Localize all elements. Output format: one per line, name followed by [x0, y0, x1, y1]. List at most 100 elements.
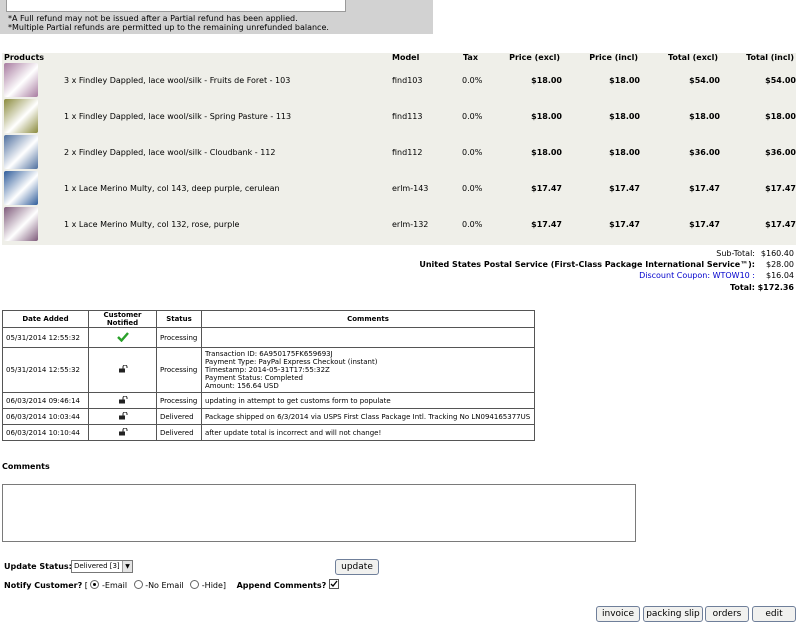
header-total-excl: Total (excl)	[667, 53, 718, 62]
notify-label: Notify Customer?	[4, 581, 83, 590]
total-value: $172.36	[757, 283, 794, 292]
product-price-excl: $18.00	[531, 76, 562, 85]
history-status: Processing	[156, 347, 202, 393]
product-row: 1 x Lace Merino Multy, col 132, rose, pu…	[2, 207, 796, 243]
product-model: erlm-143	[392, 184, 429, 193]
history-row: 05/31/2014 12:55:32 Processing Transaction…	[2, 347, 535, 393]
notify-hide-label: -Hide]	[201, 581, 227, 590]
product-total-excl: $17.47	[689, 184, 720, 193]
product-price-incl: $17.47	[609, 184, 640, 193]
product-total-incl: $17.47	[765, 220, 796, 229]
product-total-incl: $54.00	[765, 76, 796, 85]
history-row: 05/31/2014 12:55:32 Processing	[2, 327, 535, 348]
history-date: 06/03/2014 09:46:14	[2, 392, 89, 409]
update-status-label: Update Status:	[4, 562, 72, 571]
product-price-incl: $17.47	[609, 220, 640, 229]
history-date: 05/31/2014 12:55:32	[2, 347, 89, 393]
product-name: 1 x Lace Merino Multy, col 143, deep pur…	[64, 184, 280, 193]
comments-label: Comments	[2, 462, 50, 471]
history-comments	[201, 327, 535, 348]
product-row: 3 x Findley Dappled, lace wool/silk - Fr…	[2, 63, 796, 99]
product-name: 1 x Lace Merino Multy, col 132, rose, pu…	[64, 220, 240, 229]
orders-button[interactable]: orders	[705, 606, 749, 622]
check-icon	[116, 331, 129, 342]
history-comment-line: after update total is incorrect and will…	[205, 428, 382, 437]
product-price-excl: $17.47	[531, 220, 562, 229]
product-price-incl: $18.00	[609, 148, 640, 157]
lock-icon	[118, 395, 127, 403]
history-notified-cell	[88, 408, 157, 425]
history-comment-line: Payment Status: Completed	[205, 374, 303, 382]
refund-note-full: *A Full refund may not be issued after a…	[8, 14, 298, 23]
product-thumbnail[interactable]	[4, 171, 38, 205]
history-comment-line: Package shipped on 6/3/2014 via USPS Fir…	[205, 412, 531, 421]
product-total-incl: $17.47	[765, 184, 796, 193]
history-header-status: Status	[156, 310, 202, 328]
history-header-comments: Comments	[201, 310, 535, 328]
header-total-incl: Total (incl)	[746, 53, 794, 62]
product-tax: 0.0%	[462, 76, 483, 85]
comments-textarea[interactable]	[2, 484, 636, 542]
product-thumbnail[interactable]	[4, 99, 38, 133]
subtotal-label: Sub-Total:	[716, 249, 755, 258]
product-model: find112	[392, 148, 423, 157]
notify-hide-radio[interactable]	[190, 580, 200, 589]
status-select-value: Delivered [3]	[74, 562, 120, 570]
product-row: 2 x Findley Dappled, lace wool/silk - Cl…	[2, 135, 796, 171]
product-model: find103	[392, 76, 423, 85]
product-thumbnail[interactable]	[4, 135, 38, 169]
history-header-date: Date Added	[2, 310, 89, 328]
notify-no-email-radio[interactable]	[133, 580, 143, 589]
header-tax: Tax	[463, 53, 478, 62]
history-notified-cell	[88, 424, 157, 441]
append-comments-checkbox[interactable]	[328, 579, 339, 589]
notify-no-email-label: -No Email	[145, 581, 184, 590]
history-status: Delivered	[156, 424, 202, 441]
history-row: 06/03/2014 10:03:44 Delivered Package ship…	[2, 408, 535, 425]
total-label: Total:	[729, 283, 755, 292]
history-date: 06/03/2014 10:10:44	[2, 424, 89, 441]
history-notified-cell	[88, 392, 157, 409]
history-status: Processing	[156, 327, 202, 348]
packing-slip-button[interactable]: packing slip	[643, 606, 703, 622]
product-thumbnail[interactable]	[4, 63, 38, 97]
product-total-excl: $36.00	[689, 148, 720, 157]
refund-note-partial: *Multiple Partial refunds are permitted …	[8, 23, 329, 32]
product-total-excl: $54.00	[689, 76, 720, 85]
checkmark-icon	[330, 580, 338, 587]
product-model: erlm-132	[392, 220, 429, 229]
notify-email-label: -Email	[102, 581, 128, 590]
notify-email-radio[interactable]	[90, 580, 100, 589]
product-name: 2 x Findley Dappled, lace wool/silk - Cl…	[64, 148, 276, 157]
header-model: Model	[392, 53, 420, 62]
edit-button[interactable]: edit	[752, 606, 796, 622]
product-price-excl: $17.47	[531, 184, 562, 193]
invoice-button[interactable]: invoice	[596, 606, 640, 622]
history-status: Delivered	[156, 408, 202, 425]
product-thumbnail[interactable]	[4, 207, 38, 241]
history-comment-line: Amount: 156.64 USD	[205, 382, 279, 390]
product-row: 1 x Findley Dappled, lace wool/silk - Sp…	[2, 99, 796, 135]
history-comment-line: Transaction ID: 6A950175FK659693J	[205, 350, 333, 358]
history-comments: Transaction ID: 6A950175FK659693J Payment…	[201, 347, 535, 393]
lock-icon	[118, 411, 127, 419]
product-total-excl: $18.00	[689, 112, 720, 121]
product-tax: 0.0%	[462, 112, 483, 121]
status-select[interactable]: Delivered [3] ▼	[71, 560, 133, 573]
product-price-incl: $18.00	[609, 76, 640, 85]
product-name: 3 x Findley Dappled, lace wool/silk - Fr…	[64, 76, 291, 85]
product-model: find113	[392, 112, 423, 121]
notify-bracket: [	[84, 581, 88, 590]
history-comment-line: updating in attempt to get customs form …	[205, 396, 391, 405]
header-price-incl: Price (incl)	[589, 53, 638, 62]
append-comments-label: Append Comments?	[236, 581, 327, 590]
product-total-excl: $17.47	[689, 220, 720, 229]
history-notified-cell	[88, 327, 157, 348]
lock-icon	[118, 365, 127, 373]
history-comments: Package shipped on 6/3/2014 via USPS Fir…	[201, 408, 535, 425]
product-name: 1 x Findley Dappled, lace wool/silk - Sp…	[64, 112, 292, 121]
refund-comment-textarea[interactable]	[6, 0, 346, 12]
update-button[interactable]: update	[335, 559, 379, 575]
coupon-value: $16.04	[766, 271, 794, 280]
history-date: 05/31/2014 12:55:32	[2, 327, 89, 348]
